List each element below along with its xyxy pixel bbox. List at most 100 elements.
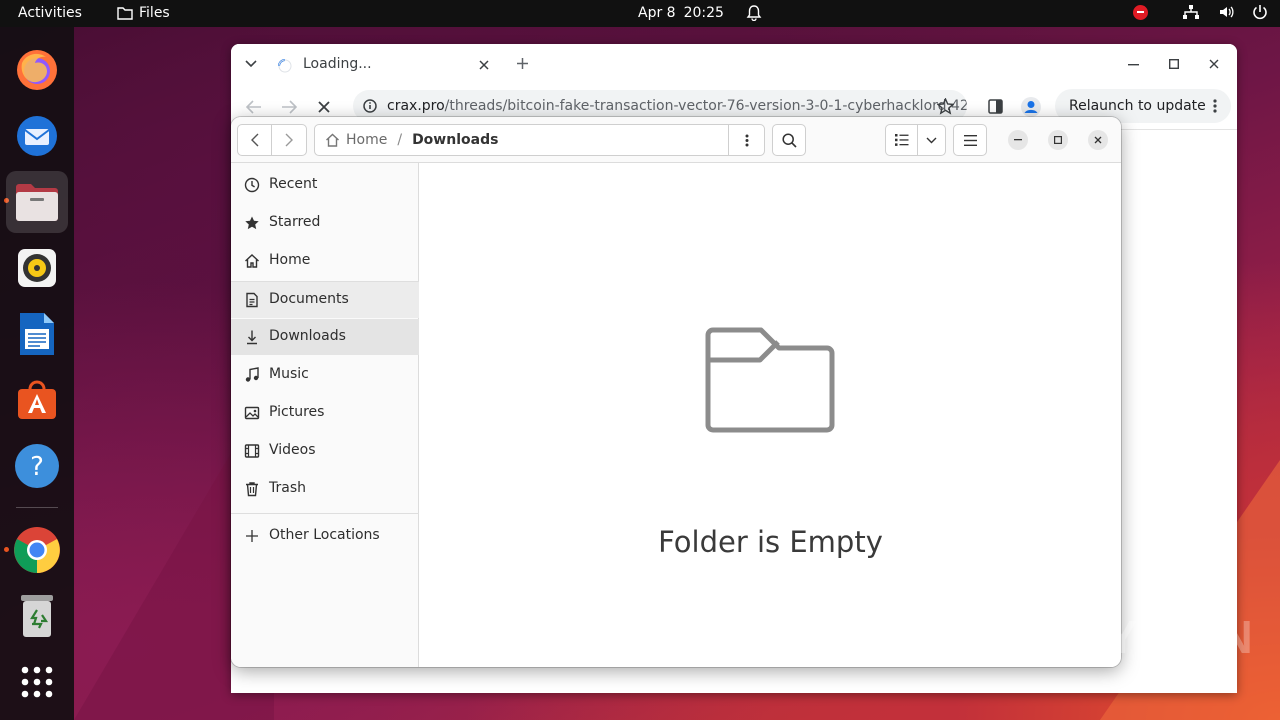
list-view-icon <box>894 134 909 146</box>
svg-text:?: ? <box>30 452 44 482</box>
dock-writer[interactable] <box>6 303 68 365</box>
url-path: /threads/bitcoin-fake-transaction-vector… <box>444 98 967 114</box>
url-host: crax.pro <box>387 98 445 114</box>
list-view-button[interactable] <box>886 125 919 155</box>
sidebar-item-trash[interactable]: Trash <box>231 471 419 507</box>
dock-help[interactable]: ? <box>6 435 68 497</box>
places-sidebar: Recent Starred Home Documents Downloads … <box>231 163 419 667</box>
sidebar-item-music[interactable]: Music <box>231 357 419 393</box>
sidebar-item-pictures[interactable]: Pictures <box>231 395 419 431</box>
close-icon <box>1094 136 1102 144</box>
breadcrumb-current[interactable]: Downloads <box>412 132 498 148</box>
file-view[interactable]: Folder is Empty <box>420 163 1121 667</box>
sidebar-item-home[interactable]: Home <box>231 243 419 279</box>
sidebar-separator <box>231 513 419 514</box>
app-menu[interactable]: Files <box>117 5 170 21</box>
chevron-down-icon <box>926 137 937 143</box>
star-icon <box>245 216 259 230</box>
notification-bell-icon <box>746 5 762 21</box>
sidebar-item-starred[interactable]: Starred <box>231 205 419 241</box>
sidebar-item-videos[interactable]: Videos <box>231 433 419 469</box>
software-icon <box>18 380 56 419</box>
minimize-icon[interactable] <box>1128 64 1139 66</box>
volume-icon <box>1220 6 1234 18</box>
folder-menu-button[interactable] <box>728 124 764 156</box>
watermark: ANY RUN <box>1038 611 1254 663</box>
breadcrumb-home-label: Home <box>346 132 388 148</box>
sidebar-item-downloads[interactable]: Downloads <box>231 319 419 355</box>
breadcrumb-home[interactable]: Home <box>315 132 387 148</box>
main-menu-button[interactable] <box>953 124 987 156</box>
forward-arrow-icon[interactable] <box>281 100 297 114</box>
clock-icon <box>244 177 260 193</box>
path-bar: Home / Downloads <box>314 124 765 156</box>
dock-trash[interactable] <box>6 585 68 647</box>
clock[interactable]: Apr 8 20:25 <box>638 5 764 21</box>
minimize-button[interactable] <box>1008 130 1028 150</box>
site-info-icon[interactable] <box>363 99 377 113</box>
back-button[interactable] <box>238 125 273 155</box>
folder-icon <box>117 7 133 20</box>
system-tray[interactable] <box>1133 4 1268 20</box>
sidebar-item-label: Recent <box>269 176 318 192</box>
dock-separator <box>16 507 58 508</box>
dock-rhythmbox[interactable] <box>6 237 68 299</box>
app-menu-label: Files <box>139 5 170 21</box>
network-icon <box>1183 5 1199 19</box>
music-icon <box>245 367 259 382</box>
plus-icon <box>246 530 258 542</box>
trash-icon <box>21 595 53 637</box>
sidebar-item-documents[interactable]: Documents <box>231 282 419 318</box>
loading-spinner-icon <box>278 59 292 73</box>
tab-loading[interactable]: Loading... <box>265 48 497 84</box>
bookmark-star-icon[interactable] <box>937 98 954 115</box>
trash-icon <box>246 482 258 497</box>
sidebar-item-other-locations[interactable]: Other Locations <box>231 518 419 554</box>
view-dropdown-button[interactable] <box>918 125 945 155</box>
chevron-right-icon <box>285 133 293 147</box>
hamburger-menu-icon <box>963 134 977 146</box>
search-button[interactable] <box>772 124 806 156</box>
profile-avatar-icon[interactable] <box>1020 96 1042 118</box>
dock-software[interactable] <box>6 369 68 431</box>
view-options <box>885 124 946 156</box>
rhythmbox-icon <box>18 249 56 287</box>
maximize-icon <box>1054 136 1062 144</box>
forward-button[interactable] <box>272 125 306 155</box>
do-not-disturb-icon <box>1133 4 1148 20</box>
sidebar-item-label: Trash <box>269 480 306 496</box>
sidebar-item-label: Music <box>269 366 309 382</box>
sidebar-item-label: Downloads <box>269 328 346 344</box>
tab-search-icon[interactable] <box>245 60 257 68</box>
close-window-icon[interactable] <box>1209 59 1219 69</box>
download-icon <box>247 330 257 345</box>
sidebar-item-label: Home <box>269 252 311 268</box>
picture-icon <box>244 406 260 420</box>
close-tab-icon[interactable] <box>479 60 489 70</box>
sidebar-item-label: Pictures <box>269 404 325 420</box>
sidebar-item-label: Documents <box>269 291 349 307</box>
dock-files[interactable] <box>6 171 68 233</box>
files-icon <box>16 184 58 221</box>
top-bar: Activities Files Apr 8 20:25 <box>0 0 1280 27</box>
stop-loading-icon[interactable] <box>318 101 330 113</box>
maximize-icon[interactable] <box>1169 59 1179 69</box>
dock-thunderbird[interactable] <box>6 105 68 167</box>
dock-chrome[interactable] <box>6 519 68 581</box>
back-arrow-icon[interactable] <box>246 100 262 114</box>
activities-button[interactable]: Activities <box>18 5 82 21</box>
sidebar-item-label: Videos <box>269 442 316 458</box>
empty-folder-message: Folder is Empty <box>658 525 883 559</box>
files-headerbar: Home / Downloads <box>231 117 1121 163</box>
maximize-button[interactable] <box>1048 130 1068 150</box>
close-button[interactable] <box>1088 130 1108 150</box>
sidebar-item-recent[interactable]: Recent <box>231 167 419 203</box>
dock-show-apps[interactable] <box>6 651 68 713</box>
power-icon <box>1253 5 1267 20</box>
video-icon <box>244 444 260 458</box>
dock-firefox[interactable] <box>6 39 68 101</box>
new-tab-icon[interactable] <box>516 57 529 70</box>
side-panel-icon[interactable] <box>988 99 1003 114</box>
sidebar-item-label: Other Locations <box>269 527 380 543</box>
thunderbird-icon <box>17 116 57 156</box>
